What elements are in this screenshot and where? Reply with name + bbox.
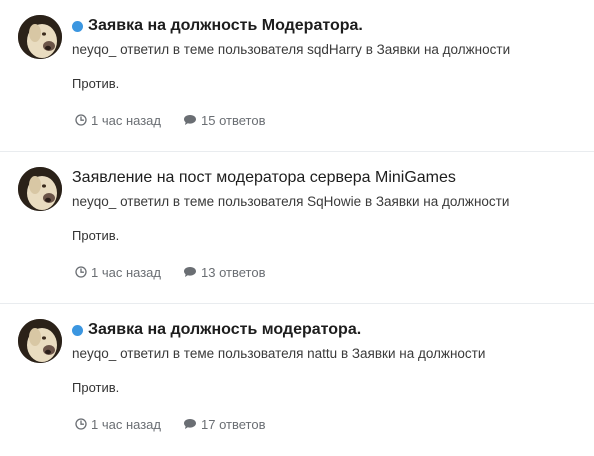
thread-stats: 1 час назад 13 ответов [75, 263, 584, 281]
thread-title[interactable]: Заявление на пост модератора сервера Min… [72, 169, 456, 187]
thread-stats: 1 час назад 15 ответов [75, 111, 584, 129]
forum-link[interactable]: Заявки на должности [377, 42, 511, 57]
replies-label: 13 ответов [201, 264, 266, 280]
thread-author-link[interactable]: nattu [307, 346, 337, 361]
action-text: ответил в теме пользователя [120, 42, 304, 57]
thread-title[interactable]: Заявка на должность модератора. [88, 321, 361, 339]
timestamp[interactable]: 1 час назад [75, 113, 161, 128]
user-link[interactable]: neyqo_ [72, 42, 116, 57]
replies-label: 15 ответов [201, 112, 266, 128]
feed-item: Заявление на пост модератора сервера Min… [0, 152, 594, 304]
timestamp[interactable]: 1 час назад [75, 417, 161, 432]
post-snippet: Против. [72, 228, 120, 243]
activity-meta: neyqo_ ответил в теме пользователя SqHow… [72, 192, 584, 212]
user-link[interactable]: neyqo_ [72, 194, 116, 209]
replies-label: 17 ответов [201, 416, 266, 432]
thread-author-link[interactable]: sqdHarry [307, 42, 362, 57]
clock-icon [75, 266, 87, 278]
avatar[interactable] [18, 167, 62, 211]
thread-stats: 1 час назад 17 ответов [75, 415, 584, 433]
comment-icon [184, 267, 196, 277]
post-snippet: Против. [72, 380, 120, 395]
reply-count[interactable]: 13 ответов [183, 265, 265, 280]
comment-icon [184, 419, 196, 429]
clock-icon [75, 418, 87, 430]
reply-count[interactable]: 17 ответов [183, 417, 265, 432]
feed-item: Заявка на должность модератора. neyqo_ о… [0, 304, 594, 456]
action-text: ответил в теме пользователя [120, 194, 304, 209]
timestamp[interactable]: 1 час назад [75, 265, 161, 280]
in-text: в [340, 346, 349, 361]
post-snippet: Против. [72, 76, 120, 91]
reply-count[interactable]: 15 ответов [183, 113, 265, 128]
forum-link[interactable]: Заявки на должности [352, 346, 486, 361]
clock-icon [75, 114, 87, 126]
in-text: в [365, 42, 373, 57]
user-link[interactable]: neyqo_ [72, 346, 116, 361]
thread-title[interactable]: Заявка на должность Модератора. [88, 17, 363, 35]
action-text: ответил в теме пользователя [120, 346, 304, 361]
time-label: 1 час назад [91, 112, 161, 128]
in-text: в [364, 194, 373, 209]
activity-meta: neyqo_ ответил в теме пользователя sqdHa… [72, 40, 584, 60]
comment-icon [184, 115, 196, 125]
avatar[interactable] [18, 319, 62, 363]
unread-indicator [72, 20, 83, 32]
feed-item: Заявка на должность Модератора. neyqo_ о… [0, 0, 594, 152]
time-label: 1 час назад [91, 264, 161, 280]
avatar[interactable] [18, 15, 62, 59]
thread-author-link[interactable]: SqHowie [307, 194, 361, 209]
activity-feed: Заявка на должность Модератора. neyqo_ о… [0, 0, 594, 456]
forum-link[interactable]: Заявки на должности [376, 194, 510, 209]
unread-indicator [72, 324, 83, 336]
time-label: 1 час назад [91, 416, 161, 432]
activity-meta: neyqo_ ответил в теме пользователя nattu… [72, 344, 584, 364]
